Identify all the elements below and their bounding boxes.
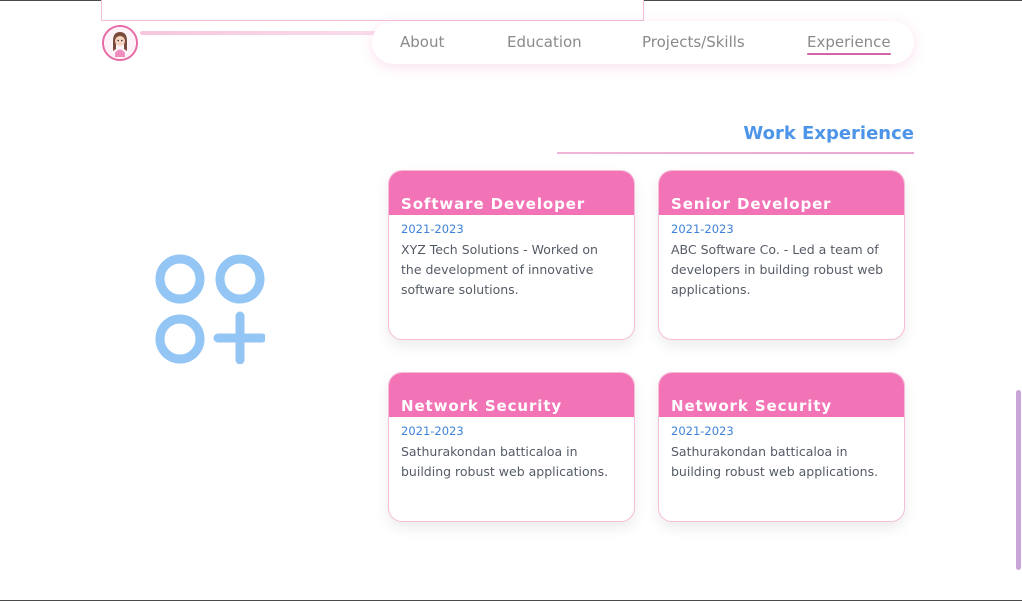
card-description: Sathurakondan batticaloa in building rob… <box>671 444 879 479</box>
nav-about[interactable]: About <box>400 33 444 51</box>
top-nav: About Education Projects/Skills Experien… <box>372 21 914 64</box>
nav-experience[interactable]: Experience <box>807 33 891 55</box>
card-header: Network Security <box>389 373 634 417</box>
card-header: Senior Developer <box>659 171 904 215</box>
nav-projects-skills[interactable]: Projects/Skills <box>642 33 745 51</box>
card-date: 2021-2023 <box>671 424 734 438</box>
header-frame <box>101 0 644 21</box>
experience-card-4: Network Security 2021-2023 Sathurakondan… <box>658 372 905 522</box>
experience-card-1: Software Developer 2021-2023 XYZ Tech So… <box>388 170 635 340</box>
avatar[interactable] <box>102 25 138 61</box>
experience-card-3: Network Security 2021-2023 Sathurakondan… <box>388 372 635 522</box>
scrollbar-thumb[interactable] <box>1016 390 1021 570</box>
card-title: Software Developer <box>401 195 586 213</box>
card-header: Software Developer <box>389 171 634 215</box>
card-description: Sathurakondan batticaloa in building rob… <box>401 444 609 479</box>
card-description: ABC Software Co. - Led a team of develop… <box>671 242 884 297</box>
card-description: XYZ Tech Solutions - Worked on the devel… <box>401 242 598 297</box>
card-header: Network Security <box>659 373 904 417</box>
apps-add-icon <box>155 254 265 364</box>
card-title: Senior Developer <box>671 195 832 213</box>
avatar-icon <box>104 27 136 59</box>
card-date: 2021-2023 <box>401 222 464 236</box>
section-divider <box>557 152 914 154</box>
section-title: Work Experience <box>743 123 914 144</box>
card-date: 2021-2023 <box>401 424 464 438</box>
card-date: 2021-2023 <box>671 222 734 236</box>
card-title: Network Security <box>401 397 563 415</box>
experience-card-2: Senior Developer 2021-2023 ABC Software … <box>658 170 905 340</box>
header-underline <box>140 31 380 35</box>
card-title: Network Security <box>671 397 833 415</box>
nav-education[interactable]: Education <box>507 33 582 51</box>
